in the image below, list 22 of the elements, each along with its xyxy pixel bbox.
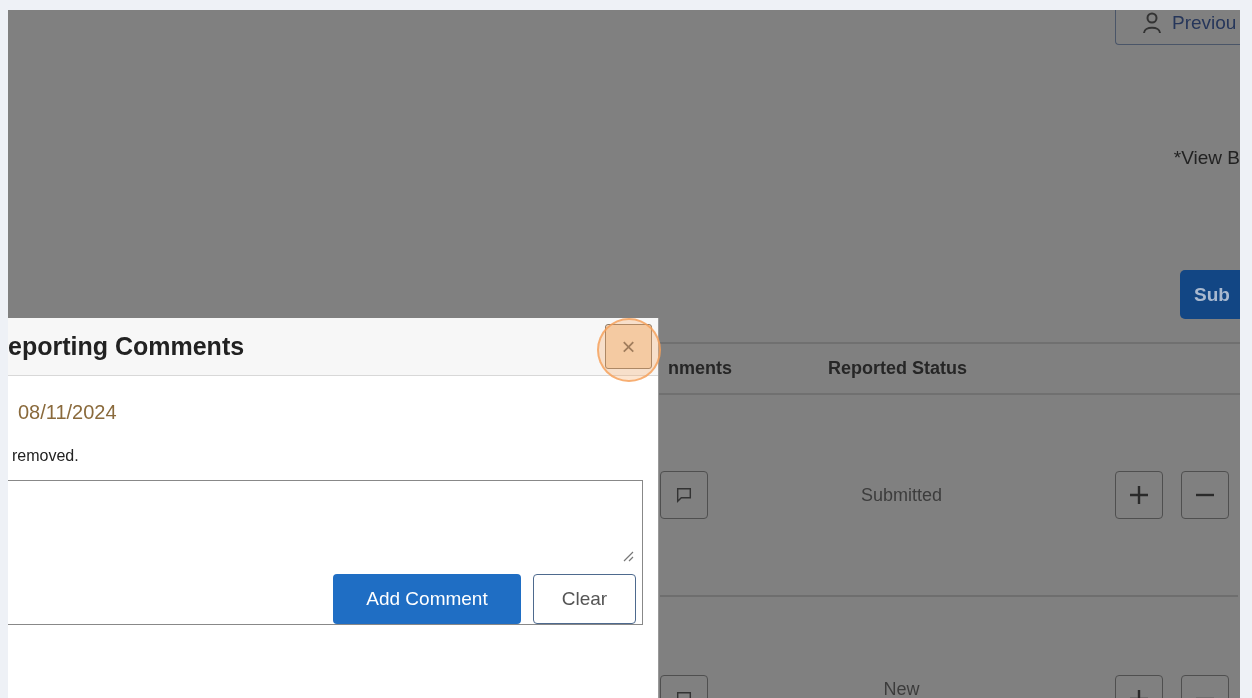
close-button[interactable]: ×: [605, 324, 652, 369]
column-header: Reported Status: [827, 358, 968, 379]
column-header: nments: [667, 358, 733, 379]
person-icon: [1142, 11, 1162, 34]
submit-button[interactable]: Sub: [1180, 270, 1240, 319]
highlight-ring: [597, 318, 661, 382]
minus-icon: [1193, 493, 1217, 497]
comment-button[interactable]: [660, 471, 708, 519]
speech-bubble-icon: [675, 486, 693, 504]
previous-button[interactable]: Previou: [1115, 10, 1240, 45]
plus-icon: [1127, 483, 1151, 507]
status-cell: Submitted: [860, 484, 942, 505]
status-cell: New: [883, 679, 920, 698]
resize-grip-icon: [622, 550, 634, 562]
view-note: *View B: [1173, 147, 1240, 170]
clear-button[interactable]: Clear: [533, 574, 636, 624]
date-text: 08/11/2024: [17, 401, 118, 425]
dialog-title: eporting Comments: [8, 332, 245, 361]
add-button[interactable]: [1115, 471, 1163, 519]
add-comment-button[interactable]: Add Comment: [333, 574, 521, 624]
remove-button[interactable]: [1181, 471, 1229, 519]
message-text: removed.: [11, 447, 80, 465]
